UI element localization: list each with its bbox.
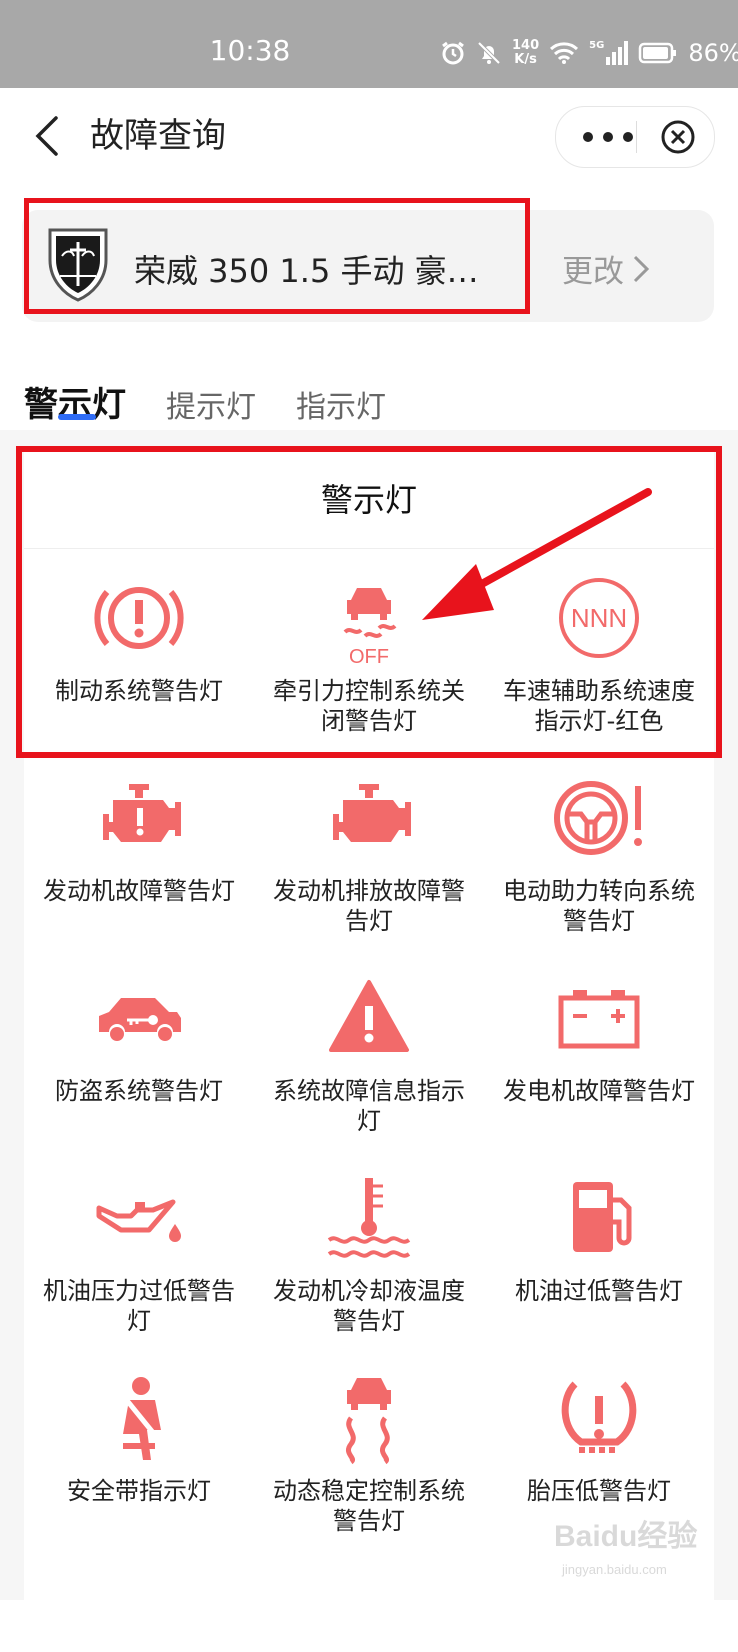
- capsule-divider: [636, 121, 637, 153]
- light-item[interactable]: 发动机故障警告灯: [24, 750, 254, 950]
- tire-pressure-icon: [561, 1381, 637, 1453]
- light-item[interactable]: 机油过低警告灯: [484, 1150, 714, 1350]
- light-item[interactable]: 发动机冷却液温度警告灯: [254, 1150, 484, 1350]
- light-label: 安全带指示灯: [67, 1477, 211, 1505]
- coolant-temp-icon: [327, 1178, 411, 1258]
- chevron-right-icon: [633, 255, 650, 282]
- seatbelt-icon: [123, 1377, 161, 1460]
- annotation-arrow-icon: [422, 488, 652, 620]
- status-time: 10:38: [209, 34, 291, 67]
- light-label: 机油过低警告灯: [515, 1277, 683, 1305]
- light-item[interactable]: 机油压力过低警告灯: [24, 1150, 254, 1350]
- close-circle-icon[interactable]: [660, 119, 696, 155]
- tab-active-indicator: [58, 414, 96, 420]
- stability-control-icon: [346, 1378, 391, 1465]
- baidu-watermark-icon: Baidu经验 jingyan.baidu.com: [554, 1519, 697, 1577]
- mute-bell-icon: [477, 41, 501, 65]
- wifi-icon: [550, 42, 579, 64]
- status-icons: 140 K/s 5G 86%: [440, 36, 738, 70]
- light-label: 发动机排放故障警告灯: [273, 877, 465, 935]
- battery-status-icon: [639, 42, 677, 64]
- system-fault-icon: [329, 980, 409, 1052]
- more-dots-icon[interactable]: [578, 125, 638, 149]
- steering-warning-icon: [554, 781, 642, 855]
- light-item[interactable]: 防盗系统警告灯: [24, 950, 254, 1150]
- light-label: 动态稳定控制系统警告灯: [273, 1477, 465, 1535]
- light-label: 电动助力转向系统警告灯: [503, 877, 695, 935]
- light-item[interactable]: 发动机排放故障警告灯: [254, 750, 484, 950]
- net-speed: 140 K/s: [512, 38, 540, 67]
- battery-icon: [558, 990, 640, 1049]
- nav-header: 故障查询: [0, 88, 738, 184]
- tab-reminder-lights[interactable]: 提示灯: [166, 382, 256, 426]
- change-car-button[interactable]: 更改: [562, 246, 650, 291]
- alarm-icon: [442, 41, 464, 65]
- light-label: 发电机故障警告灯: [503, 1077, 695, 1105]
- light-label: 机油压力过低警告灯: [43, 1277, 235, 1335]
- mini-program-capsule: [555, 106, 715, 168]
- page-title: 故障查询: [90, 116, 226, 156]
- tab-indicator-lights[interactable]: 指示灯: [296, 382, 386, 426]
- fuel-low-icon: [573, 1182, 632, 1252]
- light-item[interactable]: 发电机故障警告灯: [484, 950, 714, 1150]
- light-item[interactable]: 安全带指示灯: [24, 1350, 254, 1550]
- oil-pressure-icon: [96, 1199, 181, 1242]
- light-label: 系统故障信息指示灯: [273, 1077, 465, 1135]
- svg-text:Baidu经验: Baidu经验: [554, 1519, 697, 1553]
- highlight-box-car: [24, 198, 530, 314]
- light-item[interactable]: 电动助力转向系统警告灯: [484, 750, 714, 950]
- light-label: 发动机冷却液温度警告灯: [273, 1277, 465, 1335]
- signal-icon: 5G: [589, 40, 629, 65]
- light-item[interactable]: 系统故障信息指示灯: [254, 950, 484, 1150]
- engine-emission-icon: [333, 784, 411, 842]
- battery-percent: 86%: [688, 39, 738, 67]
- engine-fault-icon: [103, 784, 181, 842]
- status-bar: 10:38 140 K/s 5G 86%: [0, 0, 738, 88]
- light-item[interactable]: 动态稳定控制系统警告灯: [254, 1350, 484, 1550]
- back-arrow-icon[interactable]: [30, 112, 70, 160]
- anti-theft-icon: [99, 998, 181, 1041]
- light-label: 发动机故障警告灯: [43, 877, 235, 905]
- svg-text:jingyan.baidu.com: jingyan.baidu.com: [561, 1562, 667, 1577]
- light-label: 防盗系统警告灯: [55, 1077, 223, 1105]
